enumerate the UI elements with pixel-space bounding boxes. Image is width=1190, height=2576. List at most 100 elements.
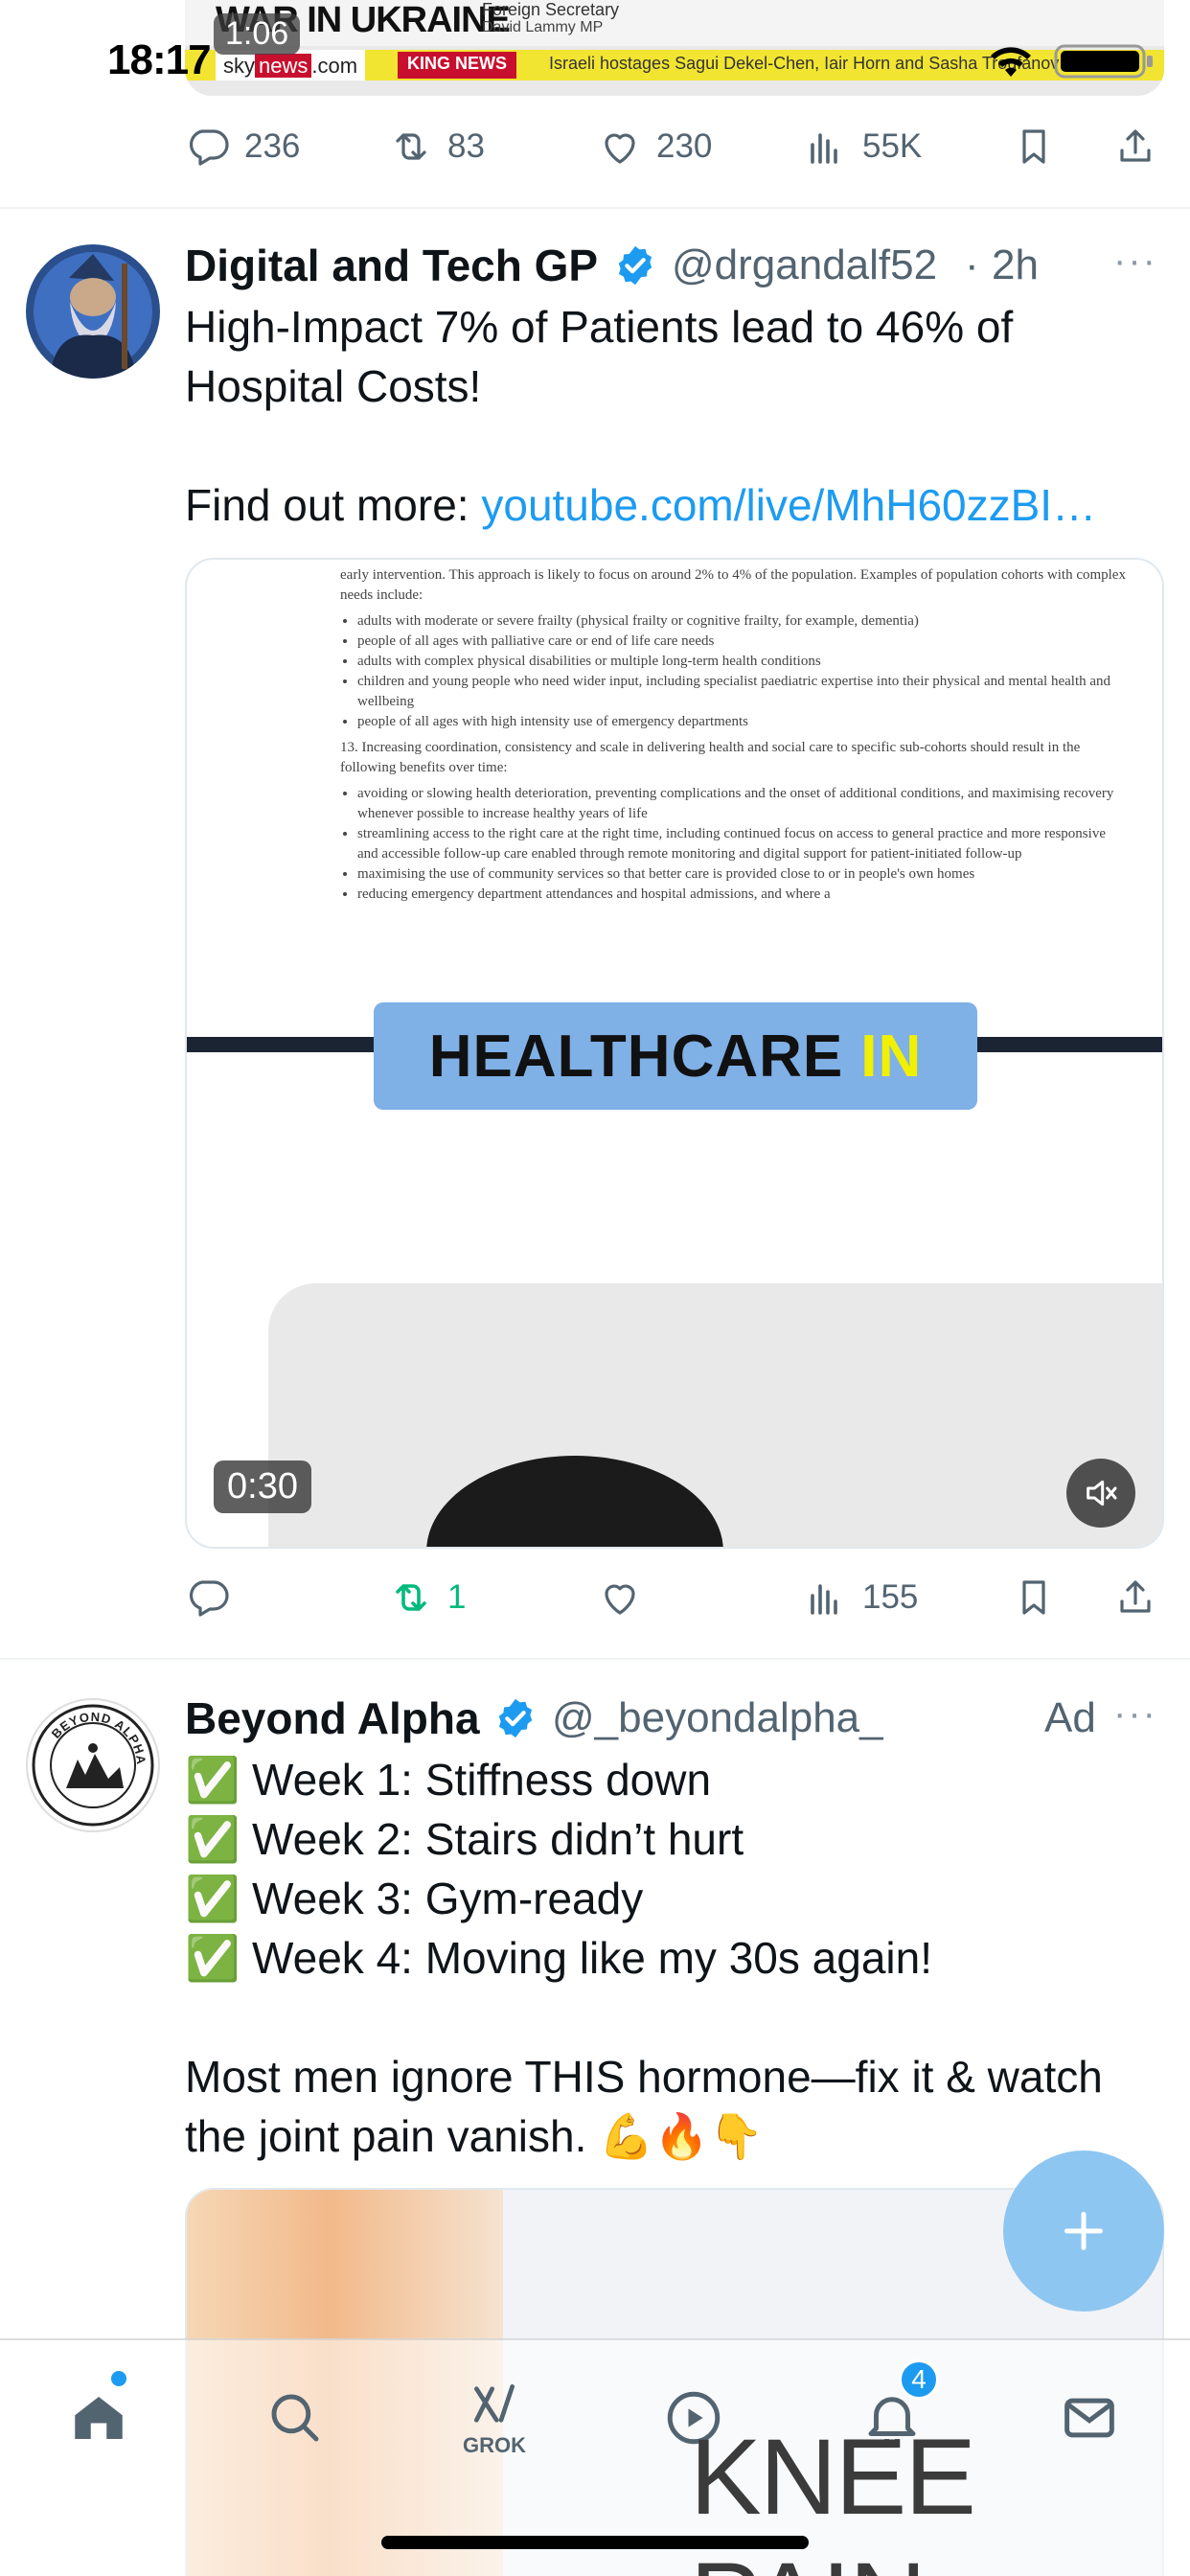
avatar[interactable]: BEYOND ALPHA bbox=[26, 1698, 160, 1832]
like-count: 230 bbox=[656, 127, 713, 165]
reply-button[interactable]: 236 bbox=[185, 118, 300, 175]
analytics-icon bbox=[811, 133, 837, 164]
tweet-timestamp[interactable]: 2h bbox=[992, 242, 1039, 289]
nav-grok[interactable]: GROK bbox=[451, 2375, 538, 2461]
news-caption-title: Foreign Secretary bbox=[482, 0, 620, 19]
verified-badge-icon bbox=[618, 245, 652, 286]
views-button[interactable]: 155 bbox=[803, 1569, 918, 1626]
tweet-text-line: Hospital Costs! bbox=[185, 361, 482, 411]
beyond-alpha-logo: BEYOND ALPHA bbox=[32, 1704, 154, 1827]
analytics-icon bbox=[811, 1584, 837, 1615]
author-handle[interactable]: @_beyondalpha_ bbox=[552, 1694, 883, 1742]
ticker-tag: KING NEWS bbox=[398, 52, 517, 79]
video-frame-background bbox=[268, 1283, 1162, 1547]
share-icon bbox=[1120, 1580, 1151, 1613]
doc-bullet: adults with moderate or severe frailty (… bbox=[357, 611, 1126, 632]
tweet-video[interactable]: early intervention. This approach is lik… bbox=[185, 558, 1164, 1549]
video-duration: 0:30 bbox=[214, 1460, 311, 1513]
share-button[interactable] bbox=[1112, 1569, 1158, 1626]
share-button[interactable] bbox=[1112, 118, 1158, 175]
tweet-divider bbox=[0, 1658, 1190, 1660]
ad-image-title: KNEE PAIN bbox=[690, 2417, 976, 2576]
tweet-text-line: Most men ignore THIS hormone—fix it & wa… bbox=[185, 2052, 1103, 2102]
healthcare-banner: HEALTHCARE IN bbox=[374, 1002, 977, 1110]
tweet-text-line: ✅ Week 4: Moving like my 30s again! bbox=[185, 1933, 932, 1983]
mute-button[interactable] bbox=[1066, 1459, 1135, 1528]
tweet-text-line: High-Impact 7% of Patients lead to 46% o… bbox=[185, 302, 1014, 352]
views-count: 155 bbox=[862, 1578, 919, 1616]
compose-button[interactable] bbox=[1003, 2150, 1164, 2312]
separator-dot: · bbox=[965, 242, 979, 288]
repost-button[interactable]: 1 bbox=[388, 1569, 466, 1626]
reply-icon bbox=[190, 129, 229, 166]
tweet-text-line: ✅ Week 3: Gym-ready bbox=[185, 1874, 644, 1923]
reply-button[interactable] bbox=[185, 1569, 244, 1626]
repost-count: 83 bbox=[447, 127, 485, 165]
wifi-icon bbox=[991, 47, 1031, 77]
like-button[interactable] bbox=[597, 1569, 656, 1626]
document-screenshot: early intervention. This approach is lik… bbox=[340, 560, 1126, 905]
tweet-text-line: ✅ Week 2: Stairs didn’t hurt bbox=[185, 1814, 744, 1864]
doc-bullet: children and young people who need wider… bbox=[357, 672, 1126, 712]
banner-word-highlight: IN bbox=[860, 1023, 923, 1090]
bookmark-icon bbox=[1022, 1580, 1045, 1615]
doc-list-1: adults with moderate or severe frailty (… bbox=[357, 611, 1126, 732]
more-options-button[interactable]: ··· bbox=[1113, 1692, 1157, 1736]
tweet-actions-previous: 236 83 230 55K bbox=[185, 118, 1164, 175]
tweet-text: ✅ Week 1: Stiffness down ✅ Week 2: Stair… bbox=[185, 1750, 1164, 2166]
avatar[interactable] bbox=[26, 244, 160, 379]
views-button[interactable]: 55K bbox=[803, 118, 922, 175]
new-content-dot bbox=[111, 2371, 126, 2386]
author-name[interactable]: Beyond Alpha bbox=[185, 1692, 480, 1744]
like-button[interactable]: 230 bbox=[597, 118, 712, 175]
home-icon bbox=[75, 2397, 123, 2439]
doc-bullet: adults with complex physical disabilitie… bbox=[357, 652, 1126, 672]
doc-bullet: streamlining access to the right care at… bbox=[357, 824, 1126, 864]
tweet-actions: 1 155 bbox=[185, 1569, 1164, 1626]
reply-count: 236 bbox=[244, 127, 301, 165]
doc-bullet: people of all ages with palliative care … bbox=[357, 632, 1126, 652]
bookmark-button[interactable] bbox=[1011, 1569, 1057, 1626]
tweet-text: High-Impact 7% of Patients lead to 46% o… bbox=[185, 297, 1164, 535]
video-timestamp: 1:06 bbox=[214, 13, 301, 55]
tweet-header: Beyond Alpha @_beyondalpha_ Ad bbox=[185, 1689, 1164, 1752]
author-name[interactable]: Digital and Tech GP bbox=[185, 240, 598, 291]
repost-button[interactable]: 83 bbox=[388, 118, 485, 175]
heart-icon bbox=[605, 1584, 635, 1615]
doc-bullet: reducing emergency department attendance… bbox=[357, 885, 1126, 905]
tweet-link-prefix: Find out more: bbox=[185, 480, 482, 530]
plus-icon bbox=[1064, 2212, 1103, 2250]
status-bar-icons bbox=[987, 42, 1169, 80]
repost-icon bbox=[396, 133, 426, 160]
ad-label: Ad bbox=[1044, 1694, 1096, 1741]
grok-icon bbox=[474, 2384, 515, 2423]
more-options-button[interactable]: ··· bbox=[1113, 240, 1157, 283]
search-icon bbox=[271, 2394, 319, 2442]
tweet-divider bbox=[0, 207, 1190, 209]
nav-search[interactable] bbox=[252, 2375, 338, 2461]
wizard-avatar-image bbox=[26, 244, 160, 379]
notification-count-badge: 4 bbox=[899, 2359, 939, 2400]
tweet-text-line: ✅ Week 1: Stiffness down bbox=[185, 1755, 712, 1805]
doc-intro: early intervention. This approach is lik… bbox=[340, 567, 1126, 603]
tweet-text-line: the joint pain vanish. 💪🔥👇 bbox=[185, 2111, 764, 2161]
nav-home[interactable] bbox=[56, 2371, 142, 2461]
banner-word: HEALTHCARE bbox=[428, 1023, 844, 1090]
home-indicator[interactable] bbox=[381, 2536, 809, 2549]
views-count: 55K bbox=[862, 127, 923, 165]
bookmark-icon bbox=[1022, 129, 1045, 164]
youtube-link[interactable]: youtube.com/live/MhH60zzBI… bbox=[481, 480, 1096, 530]
author-handle[interactable]: @drgandalf52 bbox=[672, 242, 937, 289]
doc-bullet: people of all ages with high intensity u… bbox=[357, 712, 1126, 732]
doc-bullet: maximising the use of community services… bbox=[357, 864, 1126, 885]
share-icon bbox=[1120, 129, 1151, 162]
news-caption-name: David Lammy MP bbox=[482, 19, 604, 35]
battery-icon bbox=[1054, 44, 1153, 79]
bookmark-button[interactable] bbox=[1011, 118, 1057, 175]
verified-badge-icon bbox=[498, 1698, 533, 1738]
heart-icon bbox=[605, 133, 635, 164]
repost-icon bbox=[396, 1584, 426, 1611]
status-bar-time: 18:17 bbox=[107, 36, 212, 83]
tweet-header: Digital and Tech GP @drgandalf52 · 2h bbox=[185, 236, 1164, 299]
grok-label: GROK bbox=[463, 2433, 526, 2457]
